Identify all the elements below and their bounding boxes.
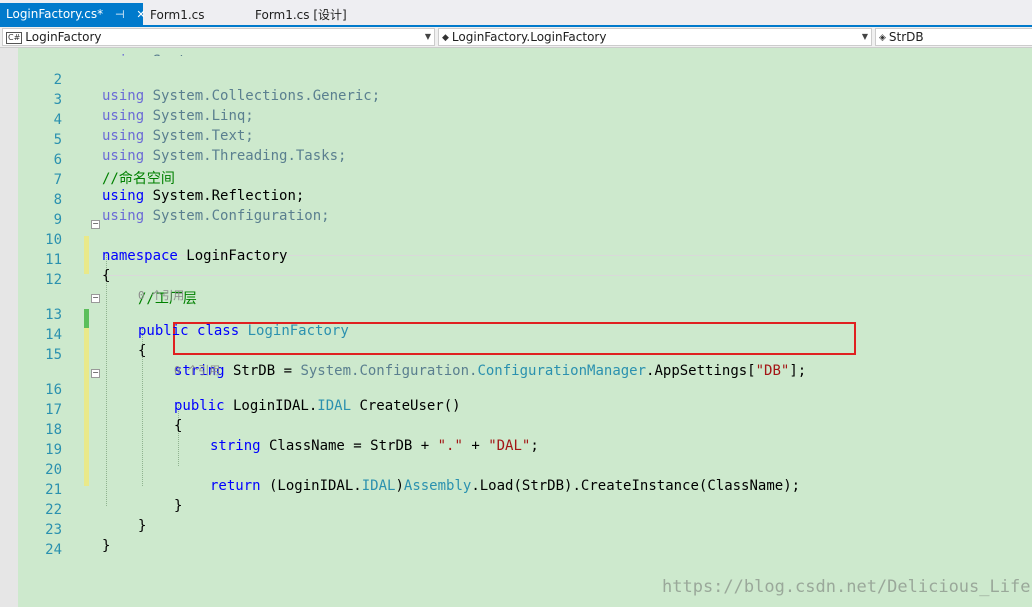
- tab-loginfactory-cs[interactable]: LoginFactory.cs* ⊣ ✕: [0, 3, 146, 26]
- tab-form1-designer[interactable]: Form1.cs [设计]: [255, 5, 347, 25]
- line-number: 24: [45, 542, 62, 558]
- code-line-partial: using System;: [0, 37, 1032, 56]
- code-line: 24: [0, 526, 1032, 574]
- document-tab-strip: LoginFactory.cs* ⊣ ✕ Form1.cs Form1.cs […: [0, 0, 1032, 27]
- tab-label: LoginFactory.cs*: [6, 7, 104, 21]
- watermark: https://blog.csdn.net/Delicious_Life: [662, 577, 1031, 597]
- close-icon[interactable]: ✕: [136, 4, 145, 26]
- tab-form1-cs[interactable]: Form1.cs: [150, 5, 205, 25]
- pin-icon[interactable]: ⊣: [115, 4, 125, 26]
- code-editor[interactable]: using System; − − − 2 using System.Colle…: [0, 48, 1032, 607]
- tab-label: Form1.cs [设计]: [255, 8, 347, 22]
- tab-label: Form1.cs: [150, 8, 205, 22]
